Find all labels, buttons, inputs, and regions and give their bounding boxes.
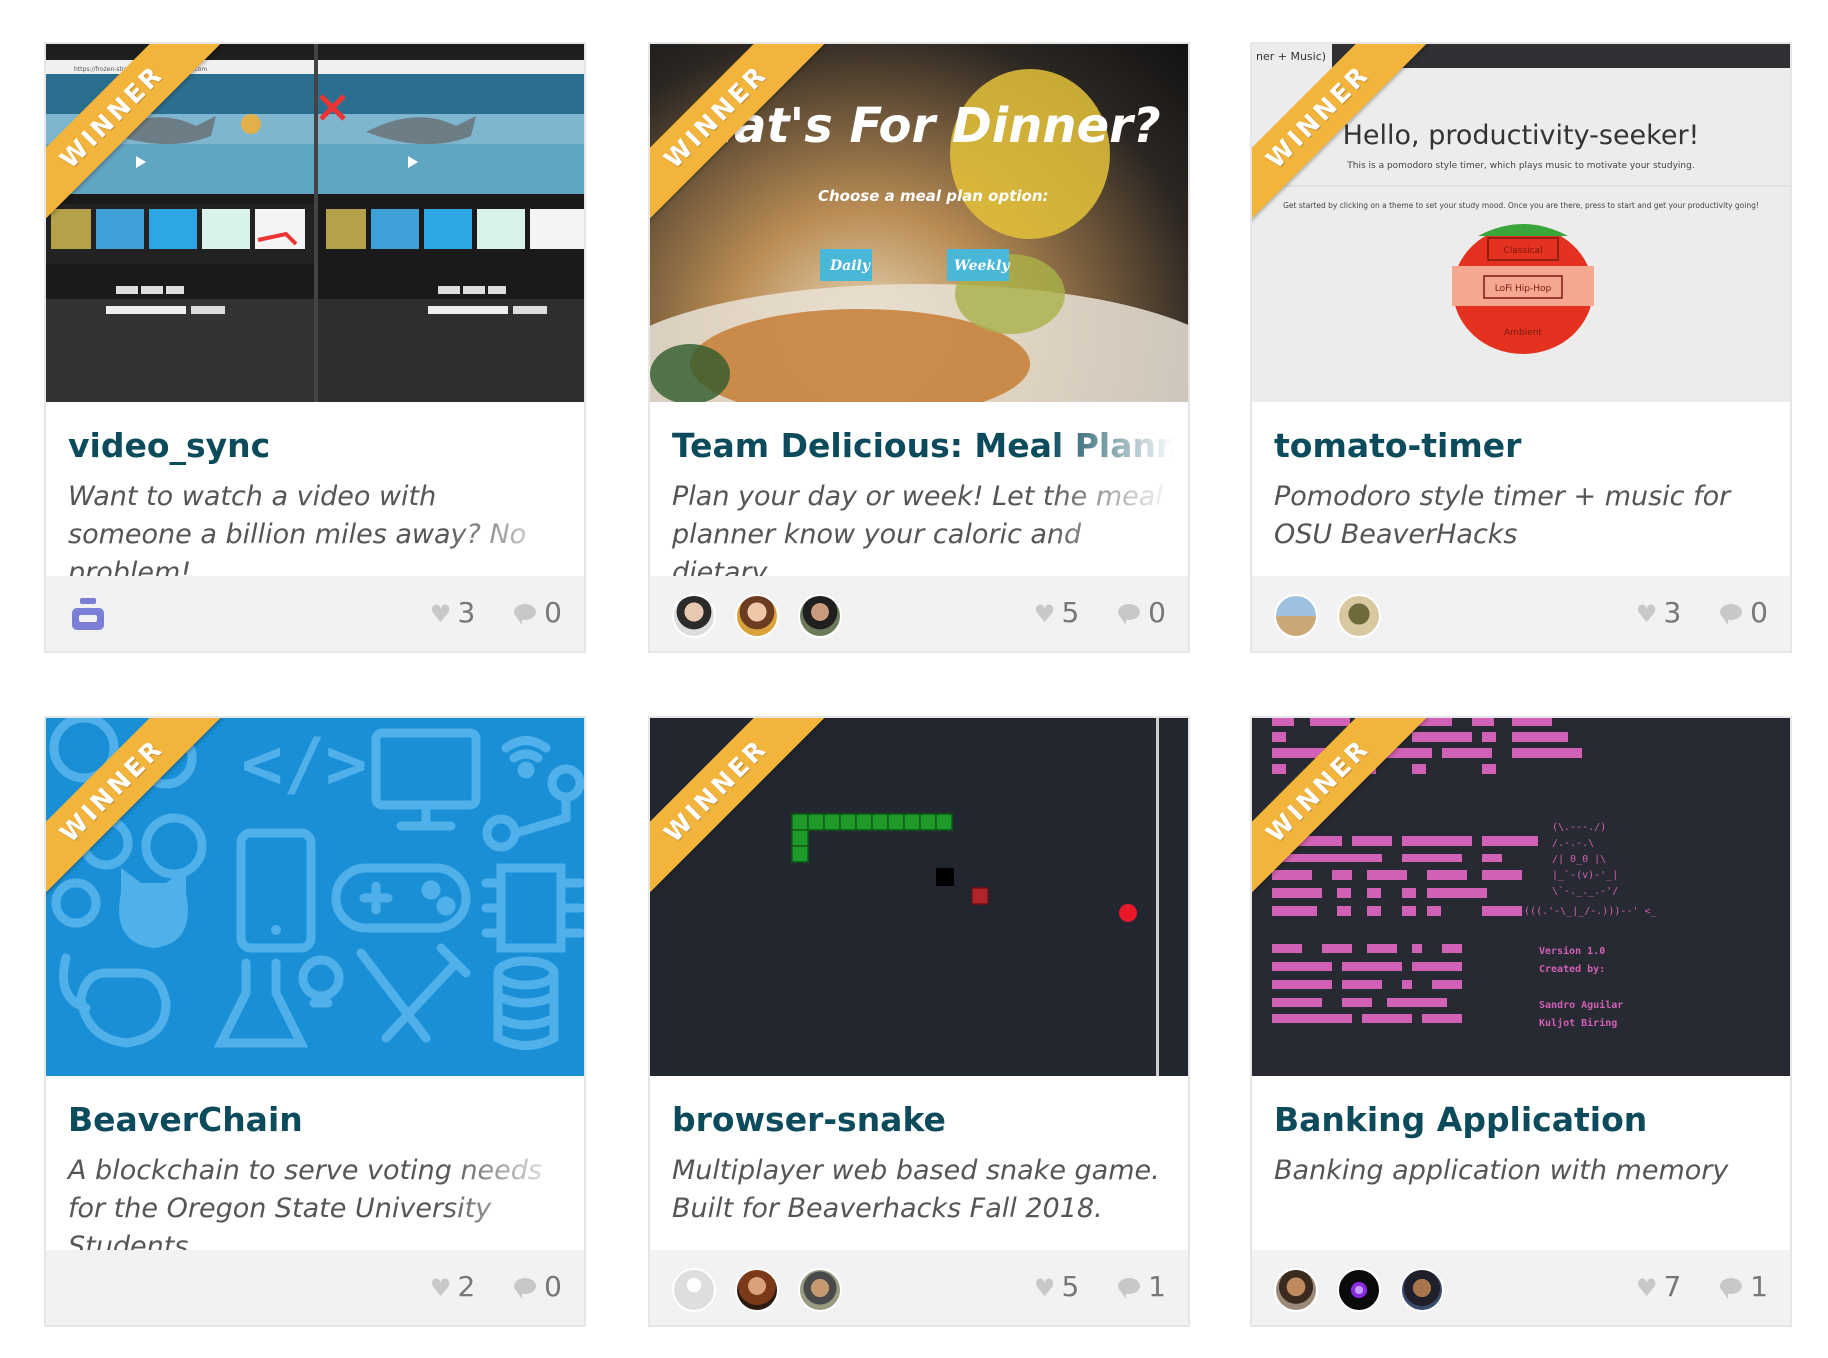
project-title[interactable]: BeaverChain [68, 1100, 303, 1139]
project-tagline: Multiplayer web based snake game. Built … [672, 1155, 1160, 1224]
heart-icon: ♥ [429, 1274, 452, 1302]
like-count[interactable]: ♥ 7 [1636, 1270, 1681, 1303]
card-footer: ♥ 2 0 [46, 1250, 584, 1325]
project-title[interactable]: browser-snake [672, 1100, 946, 1139]
svg-text:(\.---./): (\.---./) [1552, 822, 1606, 833]
code-icon: </> [241, 723, 367, 805]
text-fade [1048, 402, 1188, 578]
comment-icon [514, 1278, 537, 1299]
team-avatars [1274, 594, 1395, 638]
comment-icon [514, 604, 537, 625]
winner-label: WINNER [46, 718, 222, 898]
author-1: Sandro Aguilar [1539, 999, 1623, 1011]
winner-label: WINNER [1252, 718, 1428, 898]
project-title[interactable]: tomato-timer [1274, 426, 1521, 465]
text-fade [444, 402, 584, 578]
avatar[interactable] [1337, 1268, 1382, 1312]
card-footer: ♥ 7 1 [1252, 1250, 1790, 1325]
like-count[interactable]: ♥ 5 [1034, 596, 1079, 629]
comment-icon [1118, 604, 1141, 625]
winner-label: WINNER [650, 44, 826, 224]
thumb-daily: Daily [829, 258, 871, 274]
avatar[interactable] [735, 594, 780, 638]
comment-icon [1720, 604, 1743, 625]
project-card[interactable]: ner + Music) Hello, productivity-seeker!… [1250, 42, 1792, 653]
avatar[interactable] [1400, 1268, 1445, 1312]
project-card[interactable]: (\.---./) /.-.-.\ /| 0_0 |\ |_`-(v)-'_| … [1250, 716, 1792, 1327]
winner-ribbon: WINNER [46, 718, 226, 898]
card-stats: ♥ 3 0 [400, 596, 562, 629]
card-stats: ♥ 7 1 [1606, 1270, 1768, 1303]
card-stats: ♥ 5 1 [1004, 1270, 1166, 1303]
project-title[interactable]: Banking Application [1274, 1100, 1647, 1139]
theme-classical: Classical [1503, 246, 1542, 256]
version-label: Version 1.0 [1539, 945, 1605, 957]
theme-ambient: Ambient [1504, 328, 1542, 338]
project-card[interactable]: WINNER browser-snake Multiplayer web bas… [648, 716, 1190, 1327]
project-card[interactable]: https://frozen-stream-55941.herokuapp.co… [44, 42, 586, 653]
card-footer: ♥ 3 0 [1252, 576, 1790, 651]
winner-ribbon: WINNER [1252, 44, 1432, 224]
comment-count[interactable]: 1 [1720, 1270, 1768, 1303]
heart-icon: ♥ [429, 600, 452, 628]
avatar[interactable] [798, 594, 843, 638]
default-user-icon[interactable] [68, 594, 108, 638]
avatar[interactable] [672, 594, 716, 638]
card-stats: ♥ 5 0 [1004, 596, 1166, 629]
team-avatars [672, 1268, 856, 1312]
comment-count[interactable]: 0 [514, 1270, 562, 1303]
avatar[interactable] [672, 1268, 716, 1312]
winner-ribbon: WINNER [1252, 718, 1432, 898]
comment-icon [1720, 1278, 1743, 1299]
heart-icon: ♥ [1033, 1274, 1056, 1302]
project-card[interactable]: </> WINNER BeaverChain A blockchain to s… [44, 716, 586, 1327]
thumb-weekly: Weekly [954, 258, 1010, 274]
like-count[interactable]: ♥ 5 [1034, 1270, 1079, 1303]
winner-ribbon: WINNER [46, 44, 226, 224]
like-count[interactable]: ♥ 3 [1636, 596, 1681, 629]
theme-lofi: LoFi Hip-Hop [1495, 284, 1552, 294]
winner-ribbon: WINNER [650, 44, 830, 224]
comment-count[interactable]: 0 [1118, 596, 1166, 629]
card-stats: ♥ 3 0 [1606, 596, 1768, 629]
team-avatars [1274, 1268, 1458, 1312]
text-fade [444, 1076, 584, 1252]
author-2: Kuljot Biring [1539, 1017, 1617, 1029]
winner-ribbon: WINNER [650, 718, 830, 898]
svg-text:--(((.'-\_|_/-.)))--' <_: --(((.'-\_|_/-.)))--' <_ [1512, 906, 1657, 917]
card-footer: ♥ 3 0 [46, 576, 584, 651]
avatar[interactable] [798, 1268, 843, 1312]
card-footer: ♥ 5 1 [650, 1250, 1188, 1325]
avatar[interactable] [1337, 594, 1382, 638]
heart-icon: ♥ [1635, 1274, 1658, 1302]
avatar[interactable] [735, 1268, 780, 1312]
winner-label: WINNER [1252, 44, 1428, 224]
svg-text:|_`-(v)-'_|: |_`-(v)-'_| [1552, 869, 1618, 881]
card-stats: ♥ 2 0 [400, 1270, 562, 1303]
project-tagline: Pomodoro style timer + music for OSU Bea… [1274, 481, 1731, 550]
project-title[interactable]: video_sync [68, 426, 270, 465]
created-by-label: Created by: [1539, 964, 1605, 975]
avatar[interactable] [1274, 1268, 1318, 1312]
avatar[interactable] [1274, 594, 1318, 638]
team-avatars [68, 594, 108, 638]
comment-count[interactable]: 0 [1720, 596, 1768, 629]
winner-label: WINNER [46, 44, 222, 224]
winner-label: WINNER [650, 718, 826, 898]
project-tagline: Banking application with memory [1274, 1155, 1729, 1186]
card-footer: ♥ 5 0 [650, 576, 1188, 651]
heart-icon: ♥ [1033, 600, 1056, 628]
thumb-prompt: Choose a meal plan option: [818, 187, 1049, 205]
heart-icon: ♥ [1635, 600, 1658, 628]
comment-count[interactable]: 0 [514, 596, 562, 629]
like-count[interactable]: ♥ 2 [430, 1270, 475, 1303]
project-card[interactable]: hat's For Dinner? Choose a meal plan opt… [648, 42, 1190, 653]
svg-text:\`-._._.-'/: \`-._._.-'/ [1552, 885, 1618, 897]
svg-text:/.-.-.\: /.-.-.\ [1552, 838, 1594, 849]
comment-icon [1118, 1278, 1141, 1299]
svg-text:/| 0_0 |\: /| 0_0 |\ [1552, 854, 1606, 865]
team-avatars [672, 594, 856, 638]
like-count[interactable]: ♥ 3 [430, 596, 475, 629]
comment-count[interactable]: 1 [1118, 1270, 1166, 1303]
